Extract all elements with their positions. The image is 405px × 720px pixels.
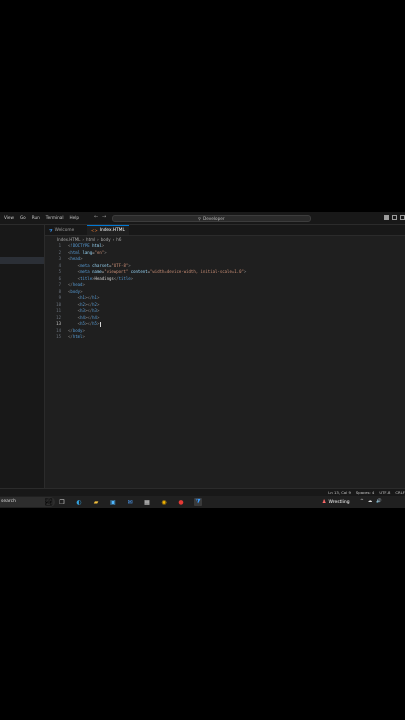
vscode-window: View Go Run Terminal Help ← → ⚲ Develope… xyxy=(0,212,405,508)
editor-tabs: ⧩ Welcome <> Index.HTML xyxy=(45,225,405,236)
encoding[interactable]: UTF-8 xyxy=(379,490,390,495)
menu-view[interactable]: View xyxy=(4,215,14,220)
breadcrumb-body[interactable]: body xyxy=(101,237,111,242)
edge-icon[interactable]: ◐ xyxy=(75,498,83,506)
vscode-icon: ⧩ xyxy=(49,227,53,233)
breadcrumb: Index.HTML › html › body › h6 xyxy=(57,237,121,242)
tab-welcome[interactable]: ⧩ Welcome xyxy=(45,225,87,235)
media-icon[interactable]: ● xyxy=(177,498,185,506)
toggle-sidebar-icon[interactable] xyxy=(384,215,389,220)
back-arrow-icon[interactable]: ← xyxy=(94,214,98,220)
toggle-secondary-sidebar-icon[interactable] xyxy=(400,215,405,220)
layout-controls xyxy=(384,215,405,220)
breadcrumb-h6[interactable]: h6 xyxy=(116,237,121,242)
indentation[interactable]: Spaces: 4 xyxy=(356,490,374,495)
taskbar-apps: ❐ ◐ ▰ ▣ ✉ ▦ ◉ ● ⧩ xyxy=(58,498,202,506)
toggle-panel-icon[interactable] xyxy=(392,215,397,220)
code-editor[interactable]: 1 <!DOCTYPE html> 2 <html lang="en"> 3 <head>… xyxy=(45,243,405,488)
sidebar-selected-item[interactable] xyxy=(0,257,44,264)
cloud-icon[interactable]: ☁ xyxy=(368,499,373,504)
search-icon: ⚲ xyxy=(198,215,201,221)
code-text: </html> xyxy=(68,334,85,339)
vscode-taskbar-icon[interactable]: ⧩ xyxy=(194,498,202,506)
line-ending[interactable]: CRLF xyxy=(395,490,405,495)
command-center-label: Developer xyxy=(203,215,225,221)
breadcrumb-html[interactable]: html xyxy=(86,237,95,242)
menu-run[interactable]: Run xyxy=(32,215,40,220)
menu-go[interactable]: Go xyxy=(20,215,26,220)
breadcrumb-file[interactable]: Index.HTML xyxy=(57,237,80,242)
tab-index-html[interactable]: <> Index.HTML xyxy=(87,225,129,235)
taskbar-search[interactable]: search 🏞 xyxy=(0,497,55,507)
search-highlight-icon: 🏞 xyxy=(44,498,53,506)
tab-label: Welcome xyxy=(54,227,75,233)
search-label: search xyxy=(1,499,16,504)
line-number: 15 xyxy=(56,334,61,339)
title-bar: View Go Run Terminal Help ← → ⚲ Develope… xyxy=(0,212,405,225)
breadcrumb-separator: › xyxy=(97,237,99,242)
windows-taskbar: search 🏞 ❐ ◐ ▰ ▣ ✉ ▦ ◉ ● ⧩ ♟ Wrestling ^… xyxy=(0,496,405,508)
calculator-icon[interactable]: ▦ xyxy=(143,498,151,506)
mail-icon[interactable]: ✉ xyxy=(126,498,134,506)
menu-bar: View Go Run Terminal Help xyxy=(4,215,79,220)
wrestling-icon: ♟ xyxy=(322,499,327,505)
menu-help[interactable]: Help xyxy=(69,215,79,220)
breadcrumb-separator: › xyxy=(112,237,115,242)
breadcrumb-separator: › xyxy=(82,237,85,242)
chrome-icon[interactable]: ◉ xyxy=(160,498,168,506)
store-icon[interactable]: ▣ xyxy=(109,498,117,506)
menu-terminal[interactable]: Terminal xyxy=(46,215,64,220)
tab-label: Index.HTML xyxy=(99,228,125,233)
html-file-icon: <> xyxy=(91,228,98,233)
cursor-position[interactable]: Ln 13, Col 9 xyxy=(328,490,351,495)
task-view-icon[interactable]: ❐ xyxy=(58,498,66,506)
chevron-up-icon[interactable]: ^ xyxy=(360,499,364,504)
speaker-icon[interactable]: 🔊 xyxy=(376,499,382,504)
code-line[interactable]: 15 </html> xyxy=(45,334,405,341)
file-explorer-icon[interactable]: ▰ xyxy=(92,498,100,506)
system-tray: ^ ☁ 🔊 xyxy=(360,499,382,504)
text-cursor xyxy=(100,321,101,327)
command-center[interactable]: ⚲ Developer xyxy=(112,214,311,222)
weather-label: Wrestling xyxy=(328,499,350,505)
explorer-sidebar xyxy=(0,225,45,488)
weather-widget[interactable]: ♟ Wrestling xyxy=(322,499,350,505)
forward-arrow-icon[interactable]: → xyxy=(102,214,106,220)
